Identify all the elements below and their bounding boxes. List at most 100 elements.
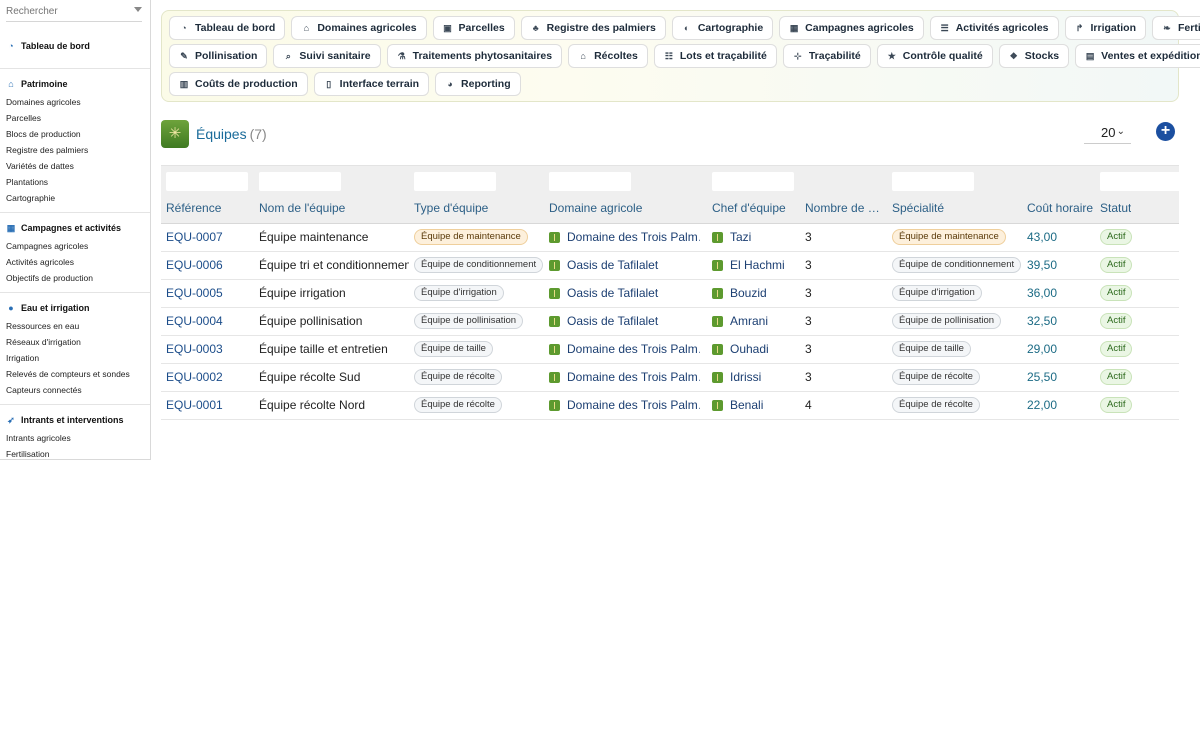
chef-link[interactable]: Benali [730,398,800,412]
domain-link[interactable]: Domaine des Trois Palm… [567,342,700,356]
domain-link[interactable]: Domaine des Trois Palm… [567,230,700,244]
column-filter-input[interactable] [712,172,794,191]
sidebar-item[interactable]: Variétés de dattes [0,158,150,174]
team-reference-link[interactable]: EQU-0006 [166,258,223,272]
module-button[interactable]: ⚗ Traitements phytosanitaires [386,44,563,68]
column-filter-input[interactable] [1100,172,1182,191]
column-filter-input[interactable] [414,172,496,191]
module-button[interactable]: ❧ Fertilisation [1152,16,1200,40]
module-button[interactable]: ⌂ Domaines agricoles [291,16,427,40]
team-reference-link[interactable]: EQU-0001 [166,398,223,412]
chef-link[interactable]: Tazi [730,230,800,244]
team-reference-link[interactable]: EQU-0004 [166,314,223,328]
module-button[interactable]: ▤ Ventes et expéditions [1075,44,1200,68]
module-button[interactable]: ☷ Lots et traçabilité [653,44,777,68]
table-row[interactable]: EQU-0005 Équipe irrigation Équipe d'irriga… [161,280,1179,308]
sidebar-section-title[interactable]: ⌂ Patrimoine [0,77,150,91]
status-badge: Actif [1100,369,1133,385]
module-button[interactable]: ⌂ Récoltes [568,44,648,68]
module-button[interactable]: ★ Contrôle qualité [876,44,993,68]
per-page-select[interactable]: 20 ⌄ [1084,123,1131,144]
module-button[interactable]: ⊹ Traçabilité [782,44,871,68]
chef-link[interactable]: Idrissi [730,370,800,384]
table-row[interactable]: EQU-0002 Équipe récolte Sud Équipe de réco… [161,364,1179,392]
chevron-down-icon[interactable] [134,7,142,12]
module-button[interactable]: ▣ Parcelles [432,16,515,40]
module-button[interactable]: ▯ Interface terrain [313,72,430,96]
column-header[interactable]: Coût horaire [1027,201,1093,215]
domain-link[interactable]: Domaine des Trois Palm… [567,370,700,384]
column-header[interactable]: Domaine agricole [549,201,642,215]
sidebar-item[interactable]: Irrigation [0,350,150,366]
domain-link[interactable]: Oasis de Tafilalet [567,258,700,272]
table-row[interactable]: EQU-0006 Équipe tri et conditionnement Équ… [161,252,1179,280]
table-row[interactable]: EQU-0003 Équipe taille et entretien Équipe… [161,336,1179,364]
column-header[interactable]: Statut [1100,201,1131,215]
sidebar-item[interactable]: Cartographie [0,190,150,206]
domain-link[interactable]: Domaine des Trois Palm… [567,398,700,412]
column-header[interactable]: Chef d'équipe [712,201,786,215]
palm-icon: ✳ [168,125,182,142]
module-label: Contrôle qualité [902,50,983,62]
chef-link[interactable]: El Hachmi [730,258,800,272]
table-row[interactable]: EQU-0001 Équipe récolte Nord Équipe de réc… [161,392,1179,420]
module-button[interactable]: ♣ Registre des palmiers [520,16,666,40]
column-header[interactable]: Nom de l'équipe [259,201,345,215]
sidebar-item[interactable]: Plantations [0,174,150,190]
sidebar-item[interactable]: Registre des palmiers [0,142,150,158]
status-badge: Actif [1100,257,1133,273]
module-button[interactable]: ✎ Pollinisation [169,44,268,68]
column-filter-input[interactable] [166,172,248,191]
module-button[interactable]: ☰ Activités agricoles [929,16,1059,40]
module-button[interactable]: ▦ Campagnes agricoles [779,16,924,40]
sidebar-item[interactable]: Parcelles [0,110,150,126]
sidebar-item[interactable]: Campagnes agricoles [0,238,150,254]
search-input[interactable] [6,0,126,17]
sidebar-item[interactable]: Réseaux d'irrigation [0,334,150,350]
column-header[interactable]: Référence [166,201,221,215]
team-reference-link[interactable]: EQU-0007 [166,230,223,244]
column-header[interactable]: Nombre de … [805,201,885,215]
chef-link[interactable]: Ouhadi [730,342,800,356]
module-button[interactable]: ⌕ Suivi sanitaire [273,44,381,68]
sidebar-item[interactable]: Capteurs connectés [0,382,150,398]
domain-link[interactable]: Oasis de Tafilalet [567,314,700,328]
sidebar-item[interactable]: Intrants agricoles [0,430,150,446]
chef-link[interactable]: Bouzid [730,286,800,300]
sidebar-item[interactable]: Objectifs de production [0,270,150,286]
sidebar-section-title[interactable]: ➶ Intrants et interventions [0,413,150,427]
module-button[interactable]: ❖ Stocks [998,44,1070,68]
module-label: Parcelles [458,22,505,34]
sidebar-section-title[interactable]: ● Eau et irrigation [0,301,150,315]
module-button[interactable]: ◐ Cartographie [671,16,774,40]
sidebar-item-dashboard[interactable]: ◔ Tableau de bord [0,22,150,69]
column-header[interactable]: Type d'équipe [414,201,488,215]
module-label: Registre des palmiers [546,22,656,34]
domain-icon [549,344,560,355]
add-button[interactable]: + [1156,122,1175,141]
domain-link[interactable]: Oasis de Tafilalet [567,286,700,300]
column-filter-input[interactable] [259,172,341,191]
module-button[interactable]: ↱ Irrigation [1064,16,1147,40]
module-button[interactable]: ◔ Tableau de bord [169,16,286,40]
team-reference-link[interactable]: EQU-0002 [166,370,223,384]
sidebar-section-title[interactable]: ▦ Campagnes et activités [0,221,150,235]
sidebar-item[interactable]: Ressources en eau [0,318,150,334]
sidebar-item[interactable]: Fertilisation [0,446,150,459]
module-button[interactable]: ◕ Reporting [435,72,521,96]
module-button[interactable]: ▥ Coûts de production [169,72,308,96]
team-reference-link[interactable]: EQU-0005 [166,286,223,300]
table-row[interactable]: EQU-0007 Équipe maintenance Équipe de main… [161,224,1179,252]
team-reference-link[interactable]: EQU-0003 [166,342,223,356]
search-box[interactable] [6,0,142,22]
column-header[interactable]: Spécialité [892,201,944,215]
column-filter-input[interactable] [892,172,974,191]
chef-link[interactable]: Amrani [730,314,800,328]
chef-icon [712,316,723,327]
sidebar-item[interactable]: Blocs de production [0,126,150,142]
sidebar-item[interactable]: Relevés de compteurs et sondes [0,366,150,382]
sidebar-item[interactable]: Activités agricoles [0,254,150,270]
sidebar-item[interactable]: Domaines agricoles [0,94,150,110]
column-filter-input[interactable] [549,172,631,191]
table-row[interactable]: EQU-0004 Équipe pollinisation Équipe de po… [161,308,1179,336]
